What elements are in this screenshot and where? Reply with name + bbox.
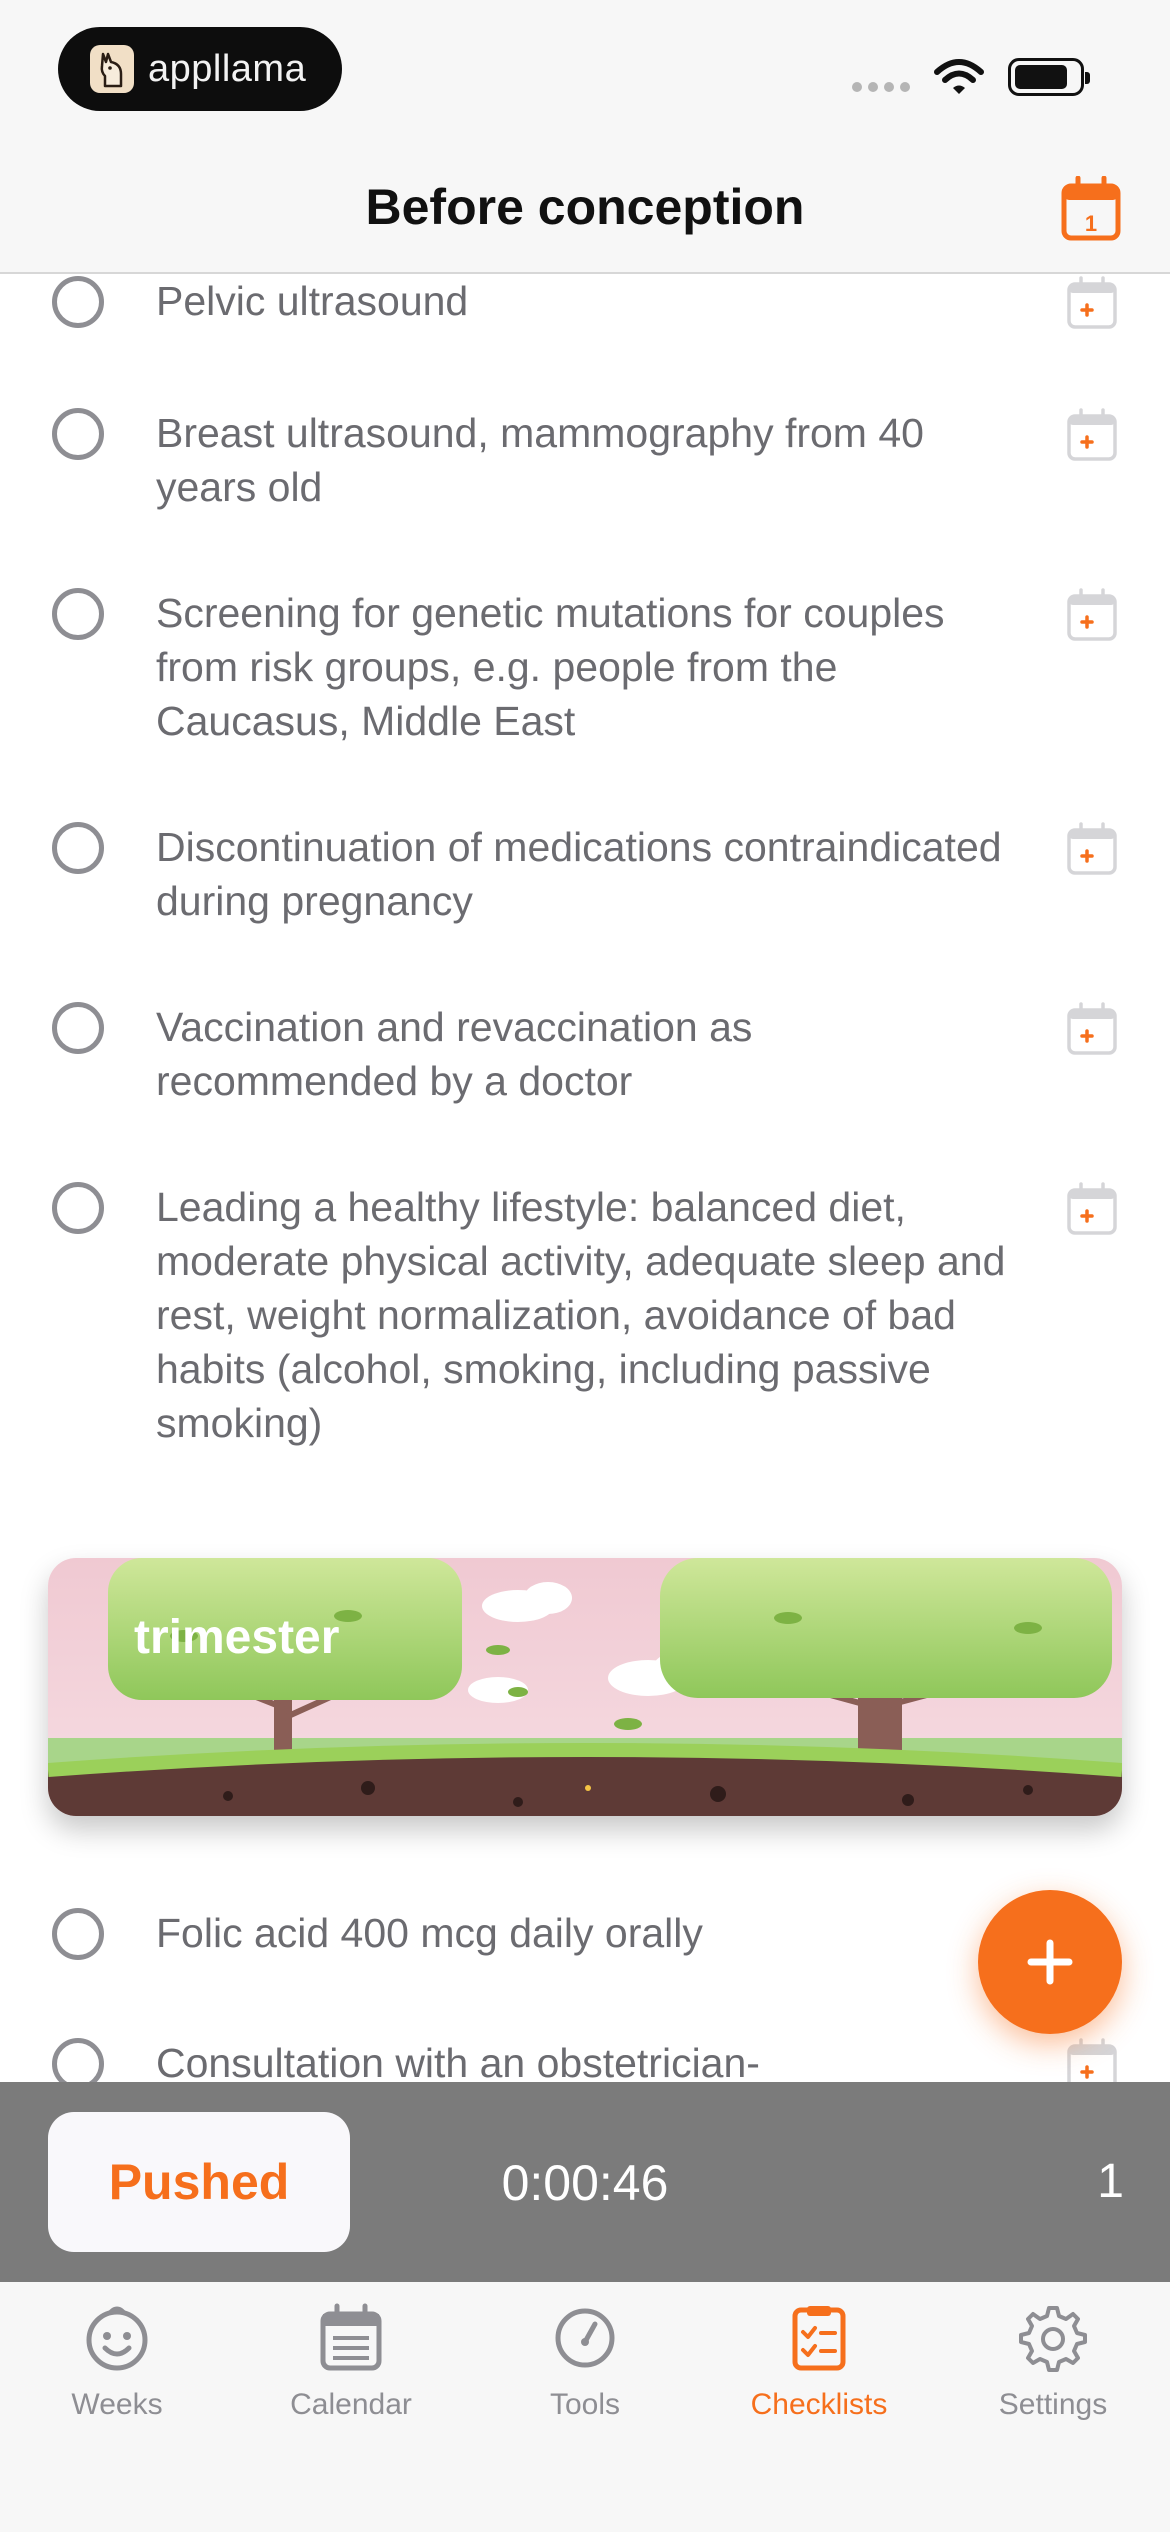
wifi-icon [934, 59, 984, 94]
item-text: Vaccination and revaccination as recomme… [156, 1004, 753, 1104]
elapsed-time: 0:00:46 [501, 2155, 669, 2211]
item-text: Screening for genetic mutations for coup… [156, 590, 945, 744]
item-checkbox[interactable] [52, 276, 104, 328]
tab-tools[interactable]: Tools [468, 2302, 702, 2422]
item-checkbox[interactable] [52, 822, 104, 874]
gear-icon [1019, 2306, 1087, 2372]
llama-logo-icon [90, 45, 134, 93]
brand-name: appllama [148, 47, 307, 90]
tab-label: Settings [998, 2388, 1108, 2421]
checklist-icon [792, 2306, 846, 2371]
item-text: Folic acid 400 mcg daily orally [156, 1910, 703, 1956]
tab-label: Checklists [750, 2388, 888, 2421]
face-icon [86, 2306, 148, 2371]
item-checkbox[interactable] [52, 588, 104, 640]
item-checkbox[interactable] [52, 408, 104, 460]
tab-label: Calendar [290, 2388, 412, 2421]
item-text: Leading a healthy lifestyle: balanced di… [156, 1184, 1006, 1446]
tab-bar: Weeks Calendar Tools Checklists Settings [0, 2282, 1170, 2532]
status-bar: appllama [0, 0, 1170, 140]
tab-label: Weeks [71, 2388, 163, 2421]
add-to-calendar-icon[interactable] [1066, 588, 1118, 642]
plus-icon [1027, 1939, 1073, 1985]
add-to-calendar-icon[interactable] [1066, 408, 1118, 462]
item-checkbox[interactable] [52, 1002, 104, 1054]
item-text: Consultation with an obstetrician- [156, 2040, 760, 2082]
item-text: Discontinuation of medications contraind… [156, 824, 1002, 924]
page-title: Before conception [365, 179, 805, 235]
add-to-calendar-icon[interactable] [1066, 2038, 1118, 2082]
push-count: 1 [1097, 2155, 1124, 2208]
section-title: trimester [134, 1611, 340, 1664]
add-to-calendar-icon[interactable] [1066, 276, 1118, 330]
tab-label: Tools [549, 2388, 621, 2421]
battery-icon [1008, 58, 1090, 96]
section-banner: trimester [48, 1558, 1122, 1816]
trees-illustration [48, 1558, 1122, 1816]
add-to-calendar-icon[interactable] [1066, 1002, 1118, 1056]
gauge-icon [555, 2308, 615, 2368]
timer-bar: Pushed 0:00:46 1 [0, 2082, 1170, 2282]
tab-calendar[interactable]: Calendar [234, 2302, 468, 2422]
add-to-calendar-icon[interactable] [1066, 822, 1118, 876]
cellular-signal-icon [852, 82, 910, 92]
item-text: Breast ultrasound, mammography from 40 y… [156, 410, 924, 510]
navigation-bar: Before conception 1 [0, 140, 1170, 274]
calendar-today-icon[interactable]: 1 [1060, 176, 1122, 242]
tab-weeks[interactable]: Weeks [0, 2302, 234, 2422]
add-to-calendar-icon[interactable] [1066, 1182, 1118, 1236]
checklist-item[interactable]: Consultation with an obstetrician- [0, 2036, 1170, 2082]
tab-settings[interactable]: Settings [936, 2302, 1170, 2422]
tab-checklists[interactable]: Checklists [702, 2302, 936, 2422]
item-checkbox[interactable] [52, 2038, 104, 2082]
item-text: Pelvic ultrasound [156, 278, 469, 324]
item-checkbox[interactable] [52, 1908, 104, 1960]
svg-text:1: 1 [1085, 211, 1097, 236]
add-item-button[interactable] [978, 1890, 1122, 2034]
calendar-icon [320, 2303, 382, 2371]
item-checkbox[interactable] [52, 1182, 104, 1234]
brand-badge: appllama [58, 27, 342, 111]
